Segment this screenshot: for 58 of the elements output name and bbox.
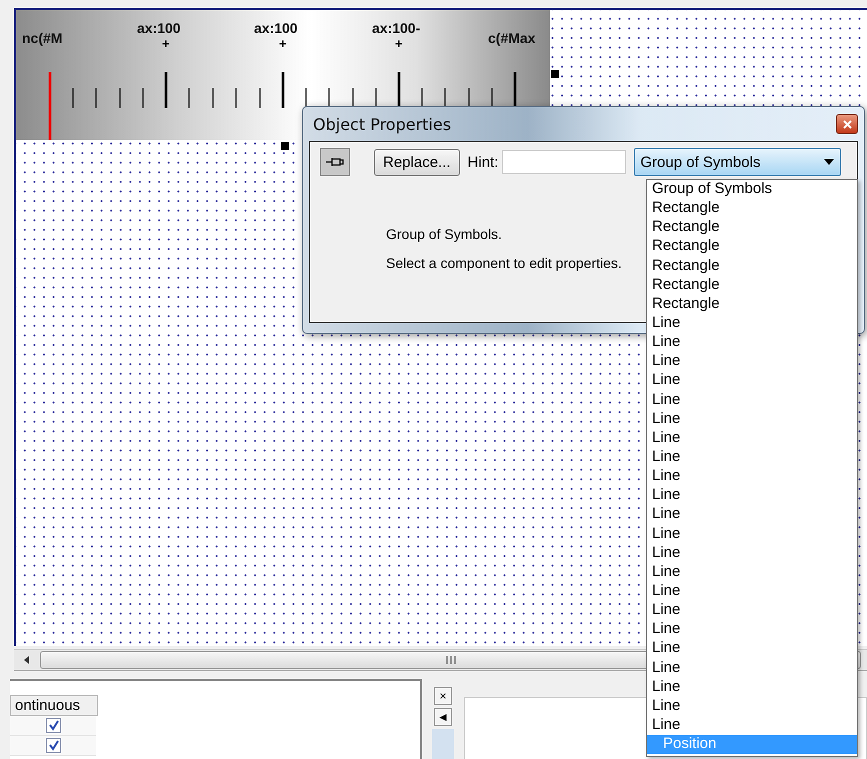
gauge-label: c(#Max xyxy=(488,30,536,46)
selection-handle[interactable] xyxy=(551,70,559,78)
dropdown-item[interactable]: Line xyxy=(647,467,857,486)
dropdown-item[interactable]: Line xyxy=(647,390,857,410)
dropdown-item[interactable]: Line xyxy=(647,601,857,620)
grip-icon xyxy=(444,656,456,664)
dropdown-item[interactable]: Line xyxy=(647,333,857,352)
gauge-marker: + xyxy=(395,36,403,51)
component-dropdown[interactable]: Group of Symbols xyxy=(634,148,842,176)
gauge-label: ax:100 xyxy=(137,20,181,36)
dropdown-item[interactable]: Line xyxy=(647,371,857,391)
dropdown-item[interactable]: Line xyxy=(647,658,857,678)
column-header[interactable]: ontinuous xyxy=(10,695,98,716)
dropdown-item[interactable]: Line xyxy=(647,524,857,544)
dropdown-item[interactable]: Line xyxy=(647,428,857,448)
pin-button[interactable] xyxy=(320,148,350,176)
scroll-left-icon[interactable] xyxy=(22,655,32,665)
dropdown-item[interactable]: Line xyxy=(647,716,857,736)
gauge-marker: + xyxy=(279,36,287,51)
dropdown-item[interactable]: Line xyxy=(647,678,857,697)
pin-icon[interactable] xyxy=(325,156,345,168)
dropdown-item[interactable]: Rectangle xyxy=(647,294,857,314)
description-text: Group of Symbols. xyxy=(386,226,502,242)
gauge-label: ax:100- xyxy=(372,20,420,36)
dropdown-item[interactable]: Line xyxy=(647,352,857,372)
dropdown-item[interactable]: Line xyxy=(647,639,857,659)
hint-label: Hint: xyxy=(468,154,498,170)
gauge-marker: + xyxy=(162,36,170,51)
gauge-label: ax:100 xyxy=(254,20,298,36)
dropdown-item[interactable]: Rectangle xyxy=(647,218,857,238)
collapse-button[interactable]: ◄ xyxy=(434,708,452,726)
dropdown-item[interactable]: Line xyxy=(647,505,857,525)
dropdown-item[interactable]: Rectangle xyxy=(647,276,857,295)
dropdown-item[interactable]: Rectangle xyxy=(647,199,857,218)
hint-field[interactable] xyxy=(502,150,626,174)
close-button[interactable]: × xyxy=(434,687,452,705)
dropdown-item[interactable]: Line xyxy=(647,486,857,506)
dropdown-item[interactable]: Group of Symbols xyxy=(647,180,857,200)
checkbox[interactable] xyxy=(46,738,60,753)
dropdown-item[interactable]: Line xyxy=(647,410,857,429)
selection-handle[interactable] xyxy=(281,142,289,150)
dropdown-item[interactable]: Line xyxy=(647,696,857,716)
dropdown-item[interactable]: Line xyxy=(647,582,857,602)
instruction-text: Select a component to edit properties. xyxy=(386,255,622,271)
checkbox[interactable] xyxy=(46,718,60,733)
dialog-title: Object Properties xyxy=(313,114,452,134)
close-icon[interactable] xyxy=(842,120,852,128)
dropdown-item[interactable]: Rectangle xyxy=(647,237,857,257)
dropdown-item[interactable]: Line xyxy=(647,544,857,563)
dropdown-item[interactable]: Line xyxy=(647,448,857,468)
close-button[interactable] xyxy=(836,114,858,134)
gauge-label: nc(#M xyxy=(22,30,62,46)
dropdown-item[interactable]: Line xyxy=(647,562,857,582)
dropdown-arrow-icon[interactable] xyxy=(824,159,834,165)
dropdown-item[interactable]: Line xyxy=(647,620,857,640)
replace-button[interactable]: Replace... xyxy=(374,148,460,176)
dropdown-item[interactable]: Line xyxy=(647,314,857,334)
dropdown-item[interactable]: Rectangle xyxy=(647,256,857,276)
